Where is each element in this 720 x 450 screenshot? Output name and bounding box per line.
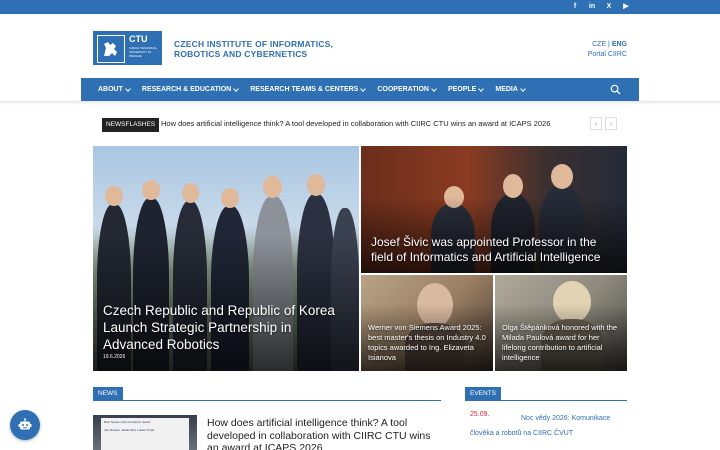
photo-figure-head	[142, 180, 160, 200]
top-bar: f in X ▶	[0, 0, 720, 14]
nav-shadow	[0, 101, 720, 105]
nav-about[interactable]: ABOUT	[98, 85, 131, 93]
newsflash-link[interactable]: How does artificial intelligence think? …	[161, 119, 550, 128]
news-thumbnail[interactable]: Best System Demonstration Award Jan Mráz…	[93, 415, 197, 450]
chevron-down-icon	[431, 85, 437, 92]
logo-ctu-text: CTU	[129, 34, 148, 44]
lion-icon	[97, 35, 125, 63]
nav-people[interactable]: PEOPLE	[447, 85, 485, 93]
nav-media[interactable]: MEDIA	[495, 85, 526, 93]
news-thumbnail-screen: Best System Demonstration Award Jan Mráz…	[101, 418, 189, 450]
photo-figure-head	[263, 176, 282, 198]
featured-bottom-right-title[interactable]: Olga Štěpánková honored with the Milada …	[502, 323, 624, 363]
featured-top-right-title[interactable]: Josef Šivic was appointed Professor in t…	[371, 235, 621, 265]
ctu-logo[interactable]: CTU CZECH TECHNICAL UNIVERSITY IN PRAGUE	[93, 31, 162, 65]
nav-cooperation[interactable]: COOPERATION	[377, 85, 437, 93]
language-switcher: CZE | ENG Portal CIIRC	[588, 40, 627, 60]
photo-figure-head	[551, 164, 573, 189]
nav-research-teams-label: RESEARCH TEAMS & CENTERS	[250, 86, 359, 93]
nav-media-label: MEDIA	[495, 86, 518, 93]
featured-main-title[interactable]: Czech Republic and Republic of Korea Lau…	[103, 302, 343, 353]
event-item-title[interactable]: Noc vědy 2026: Komunikace člověka a robo…	[470, 411, 630, 441]
chevron-down-icon	[520, 85, 526, 92]
chatbot-icon	[18, 418, 32, 430]
nav-people-label: PEOPLE	[447, 86, 477, 93]
search-icon[interactable]	[610, 84, 621, 95]
main-nav: ABOUT RESEARCH & EDUCATION RESEARCH TEAM…	[81, 78, 639, 101]
nav-research-teams[interactable]: RESEARCH TEAMS & CENTERS	[250, 85, 367, 93]
featured-bottom-right[interactable]: Olga Štěpánková honored with the Milada …	[495, 275, 627, 371]
x-icon[interactable]: X	[605, 2, 613, 12]
photo-figure-head	[503, 174, 523, 198]
chevron-down-icon	[360, 85, 367, 92]
photo-figure-head	[105, 186, 123, 206]
youtube-icon[interactable]: ▶	[622, 2, 630, 12]
lang-cze[interactable]: CZE	[592, 41, 606, 48]
featured-top-right[interactable]: Josef Šivic was appointed Professor in t…	[361, 146, 627, 273]
photo-figure-head	[307, 174, 325, 196]
institute-name-line2: ROBOTICS AND CYBERNETICS	[174, 49, 308, 59]
photo-figure-head	[221, 188, 239, 208]
facebook-icon[interactable]: f	[571, 2, 579, 12]
photo-figure-head	[182, 183, 199, 203]
news-thumbnail-caption: Best System Demonstration Award	[104, 420, 151, 424]
lang-eng[interactable]: ENG	[612, 41, 627, 48]
featured-main[interactable]: Czech Republic and Republic of Korea Lau…	[93, 146, 359, 371]
news-section-divider	[93, 400, 441, 401]
featured-bottom-left[interactable]: Werner von Siemens Award 2025: best mast…	[361, 275, 493, 371]
events-section-divider	[465, 400, 627, 401]
featured-main-date: 19.6.2026	[103, 354, 126, 360]
portal-link[interactable]: Portal CIIRC	[588, 50, 627, 60]
newsflashes-label: NEWSFLASHES	[102, 118, 160, 132]
ticker-next-button[interactable]: ›	[605, 117, 617, 130]
nav-cooperation-label: COOPERATION	[377, 86, 429, 93]
chevron-down-icon	[478, 85, 485, 92]
chevron-down-icon	[125, 85, 131, 92]
news-article-title[interactable]: How does artificial intelligence think? …	[207, 417, 443, 450]
nav-research-education-label: RESEARCH & EDUCATION	[141, 86, 232, 93]
ticker-prev-button[interactable]: ‹	[590, 117, 602, 130]
institute-name-line1: CZECH INSTITUTE OF INFORMATICS,	[174, 39, 334, 49]
linkedin-icon[interactable]: in	[588, 2, 596, 12]
social-links: f in X ▶	[571, 2, 630, 12]
events-section-title: EVENTS	[465, 387, 502, 401]
news-section-title: NEWS	[93, 387, 123, 401]
featured-bottom-left-title[interactable]: Werner von Siemens Award 2025: best mast…	[368, 323, 490, 363]
chevron-down-icon	[233, 85, 240, 92]
institute-name[interactable]: CZECH INSTITUTE OF INFORMATICS, ROBOTICS…	[174, 39, 333, 59]
event-item-date: 25.09.	[470, 411, 490, 418]
logo-subtext: CZECH TECHNICAL UNIVERSITY IN PRAGUE	[129, 46, 158, 58]
news-thumbnail-names: Jan Mrázek, Jakub Mull, Lukáš Chrpa	[104, 428, 155, 432]
chatbot-button[interactable]	[10, 410, 40, 440]
nav-about-label: ABOUT	[98, 86, 123, 93]
nav-research-education[interactable]: RESEARCH & EDUCATION	[141, 85, 240, 93]
